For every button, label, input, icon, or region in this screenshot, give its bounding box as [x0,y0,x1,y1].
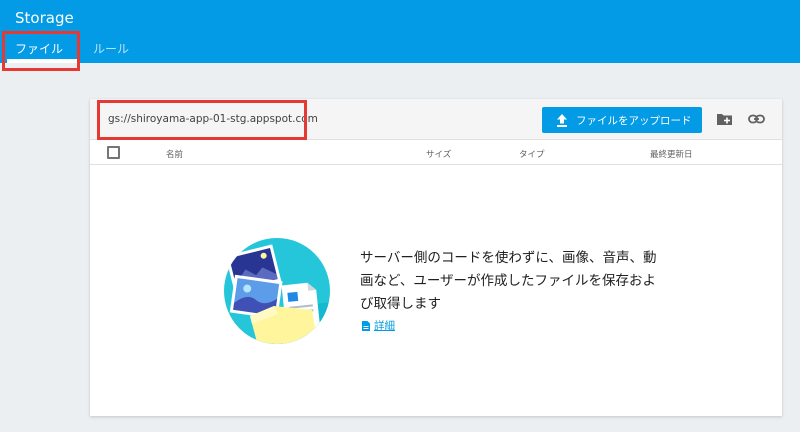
file-table-header: 名前 サイズ タイプ 最終更新日 [90,140,782,165]
tab-rules[interactable]: ルール [93,40,129,57]
upload-file-button[interactable]: ファイルをアップロード [542,107,702,133]
select-all-checkbox[interactable] [107,146,120,159]
storage-browser-card: gs://shiroyama-app-01-stg.appspot.com ファ… [90,99,782,416]
column-name[interactable]: 名前 [166,148,183,160]
upload-icon [557,113,567,127]
app-header: Storage ファイル ルール [0,0,800,63]
tab-files[interactable]: ファイル [15,40,63,57]
details-link[interactable]: 詳細 [362,318,395,333]
bucket-path: gs://shiroyama-app-01-stg.appspot.com [108,113,318,125]
column-size[interactable]: サイズ [426,148,451,160]
details-link-label: 詳細 [374,320,395,332]
page-title: Storage [15,9,74,27]
storage-toolbar: gs://shiroyama-app-01-stg.appspot.com ファ… [90,99,782,140]
link-icon[interactable] [748,113,765,125]
column-type[interactable]: タイプ [519,148,545,160]
document-icon [362,320,370,331]
active-tab-indicator [7,59,77,63]
empty-state-message: サーバー側のコードを使わずに、画像、音声、動画など、ユーザーが作成したファイルを… [360,250,657,312]
storage-illustration [224,238,330,344]
upload-button-label: ファイルをアップロード [576,114,692,127]
create-folder-icon[interactable] [716,112,733,126]
column-last-modified[interactable]: 最終更新日 [650,148,693,160]
